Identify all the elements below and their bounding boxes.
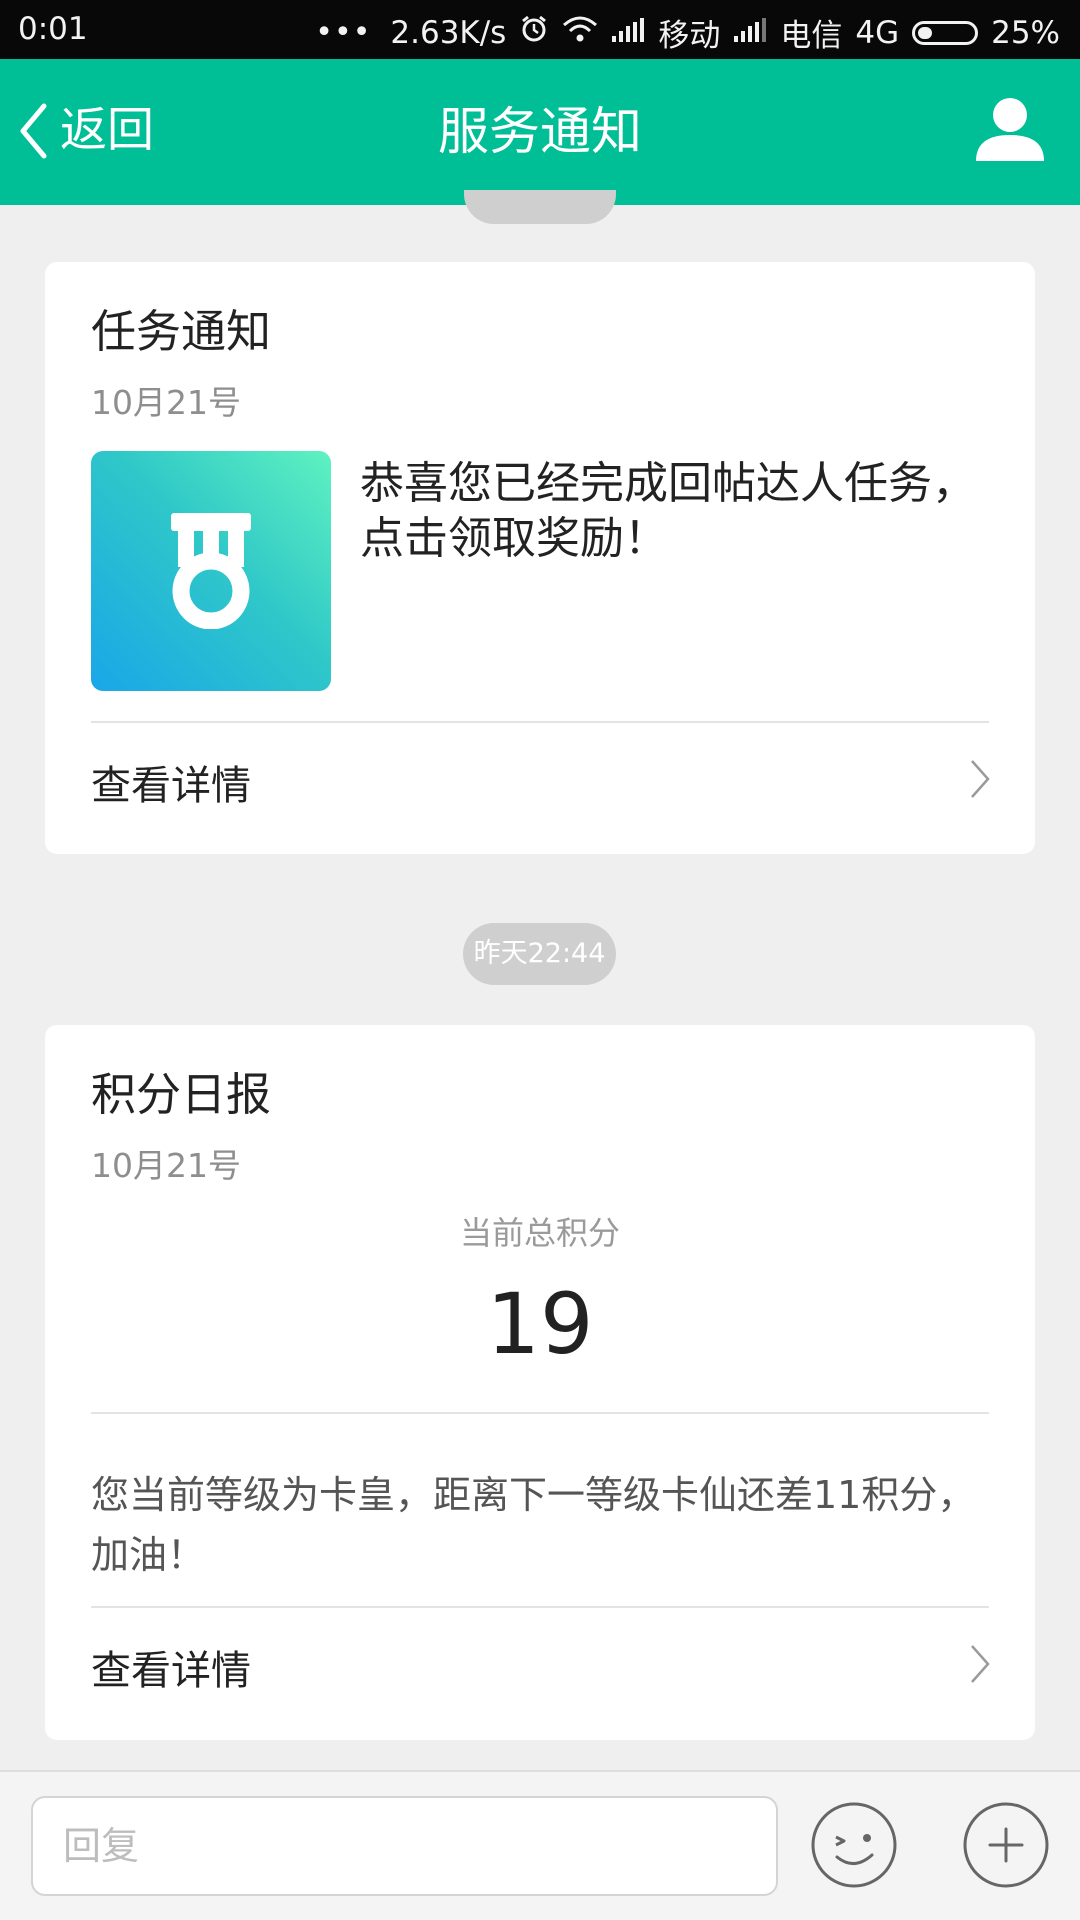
card-title: 任务通知 [91, 305, 272, 358]
chevron-right-icon [971, 760, 990, 798]
view-details-row[interactable]: 查看详情 [45, 1608, 1035, 1718]
view-details-row[interactable]: 查看详情 [45, 723, 1035, 833]
reply-bar [0, 1770, 1080, 1920]
status-right-group: ••• 2.63K/s 移动 电信 4G 25% [315, 10, 1060, 55]
score-value: 19 [486, 1275, 594, 1373]
status-time: 0:01 [18, 11, 88, 47]
status-bar: 0:01 ••• 2.63K/s 移动 电信 4G 25% [0, 0, 1080, 59]
carrier-2: 电信 [780, 18, 843, 54]
score-caption: 当前总积分 [459, 1214, 620, 1252]
network-type: 4G [855, 14, 900, 51]
alarm-icon [519, 14, 549, 52]
app-header: 返回 服务通知 [0, 59, 1080, 205]
task-message: 恭喜您已经完成回帖达人任务，点击领取奖励！ [360, 458, 976, 564]
medal-icon [171, 513, 251, 629]
plus-icon [963, 1802, 1049, 1888]
network-speed: 2.63K/s [390, 14, 507, 51]
card-date: 10月21号 [91, 1146, 241, 1185]
score-report-card[interactable]: 积分日报 10月21号 当前总积分 19 您当前等级为卡皇，距离下一等级卡仙还差… [45, 1025, 1035, 1740]
battery-percent: 25% [991, 14, 1060, 51]
more-button[interactable] [962, 1801, 1050, 1893]
level-message: 您当前等级为卡皇，距离下一等级卡仙还差11积分，加油！ [91, 1473, 976, 1577]
divider [91, 1412, 989, 1414]
view-details-label: 查看详情 [91, 1648, 251, 1694]
task-image[interactable] [91, 451, 331, 691]
notification-dots: ••• [315, 15, 372, 50]
task-notification-card[interactable]: 任务通知 10月21号 恭喜您已经完成回帖达人任务，点击领取奖励！ 查看详情 [45, 262, 1035, 854]
wifi-icon [562, 15, 598, 51]
signal-icon [611, 15, 645, 51]
battery-icon [912, 20, 979, 45]
user-icon[interactable] [976, 97, 1044, 167]
card-title: 积分日报 [91, 1068, 272, 1121]
page-title: 服务通知 [437, 103, 642, 162]
emoji-icon [811, 1802, 897, 1888]
reply-input[interactable] [31, 1796, 778, 1896]
card-date: 10月21号 [91, 383, 241, 422]
emoji-button[interactable] [810, 1801, 898, 1893]
chevron-right-icon [971, 1645, 990, 1683]
carrier-1: 移动 [658, 18, 721, 54]
timestamp-pill-partial [464, 190, 616, 224]
view-details-label: 查看详情 [91, 763, 251, 809]
timestamp-pill: 昨天22:44 [463, 923, 616, 985]
signal-icon [733, 15, 767, 51]
